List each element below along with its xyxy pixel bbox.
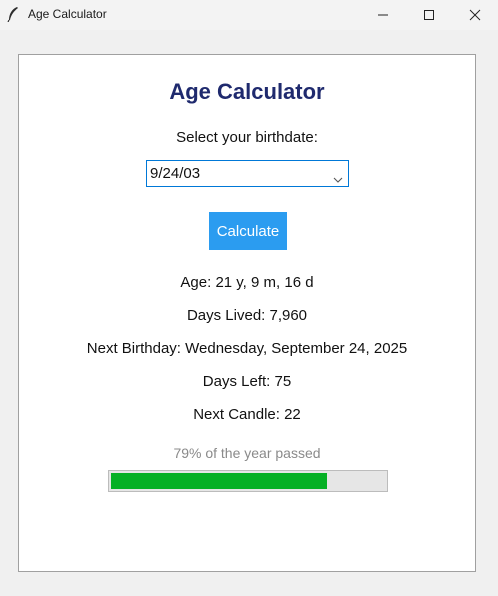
next-birthday-result: Next Birthday: Wednesday, September 24, …	[86, 340, 408, 357]
feather-icon	[6, 6, 20, 23]
minimize-button[interactable]	[360, 0, 406, 30]
app-window: Age Calculator Age Calculator Select you…	[0, 0, 498, 596]
title-bar[interactable]: Age Calculator	[0, 0, 498, 30]
close-icon	[469, 9, 481, 21]
year-progress-fill	[111, 473, 327, 489]
age-result: Age: 21 y, 9 m, 16 d	[180, 274, 314, 291]
page-title: Age Calculator	[169, 79, 325, 104]
main-panel: Age Calculator Select your birthdate: 9/…	[18, 54, 476, 572]
minimize-icon	[377, 9, 389, 21]
birthdate-value: 9/24/03	[150, 165, 201, 182]
year-progress-bar	[108, 470, 388, 492]
days-lived-result: Days Lived: 7,960	[186, 307, 308, 324]
calculate-button[interactable]: Calculate	[209, 212, 287, 250]
window-title: Age Calculator	[28, 7, 107, 21]
year-progress-label: 79% of the year passed	[173, 445, 321, 461]
birthdate-picker[interactable]: 9/24/03	[146, 160, 349, 187]
maximize-icon	[423, 9, 435, 21]
birthdate-prompt: Select your birthdate:	[176, 129, 318, 146]
maximize-button[interactable]	[406, 0, 452, 30]
chevron-down-icon[interactable]	[333, 170, 343, 188]
close-button[interactable]	[452, 0, 498, 30]
days-left-result: Days Left: 75	[202, 373, 292, 390]
next-candle-result: Next Candle: 22	[193, 406, 301, 423]
